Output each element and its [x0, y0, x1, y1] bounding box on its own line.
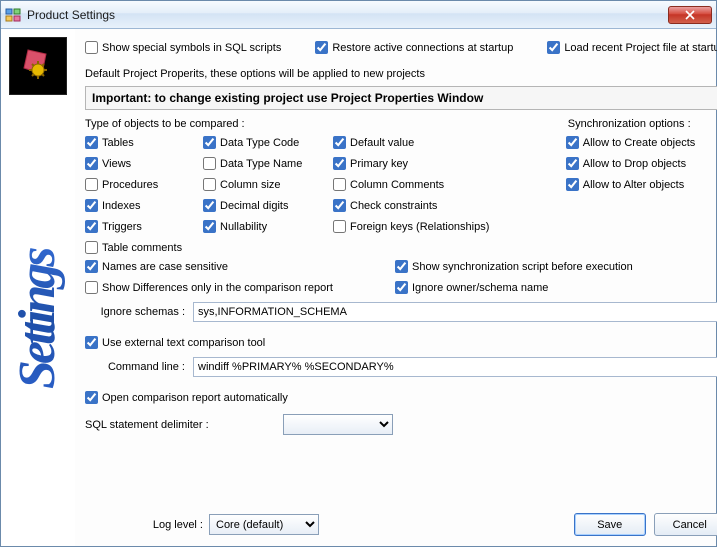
- chk-show-sync-script[interactable]: Show synchronization script before execu…: [395, 260, 717, 273]
- save-button[interactable]: Save: [574, 513, 646, 536]
- chk-show-special[interactable]: Show special symbols in SQL scripts: [85, 41, 281, 54]
- chk-restore-connections[interactable]: Restore active connections at startup: [315, 41, 513, 54]
- command-line-input[interactable]: [193, 357, 717, 377]
- product-icon: [9, 37, 67, 95]
- chk-dt-name[interactable]: Data Type Name: [203, 157, 333, 170]
- chk-column-comments[interactable]: Column Comments: [333, 178, 503, 191]
- sql-delimiter-label: SQL statement delimiter :: [85, 419, 283, 431]
- default-caption: Default Project Properits, these options…: [85, 68, 717, 80]
- ignore-schemas-label: Ignore schemas :: [85, 306, 185, 318]
- chk-decimal-digits[interactable]: Decimal digits: [203, 199, 333, 212]
- chk-check-constraints[interactable]: Check constraints: [333, 199, 503, 212]
- command-line-label: Command line :: [85, 361, 185, 373]
- app-icon: [5, 7, 21, 23]
- chk-foreign-keys[interactable]: Foreign keys (Relationships): [333, 220, 503, 233]
- chk-table-comments[interactable]: Table comments: [85, 241, 203, 254]
- chk-procedures[interactable]: Procedures: [85, 178, 203, 191]
- chk-dt-code[interactable]: Data Type Code: [203, 136, 333, 149]
- close-icon: [685, 10, 695, 20]
- sql-delimiter-select[interactable]: [283, 414, 393, 435]
- chk-allow-drop[interactable]: Allow to Drop objects: [566, 157, 717, 170]
- chk-allow-alter[interactable]: Allow to Alter objects: [566, 178, 717, 191]
- chk-nullability[interactable]: Nullability: [203, 220, 333, 233]
- chk-load-recent[interactable]: Load recent Project file at startup: [547, 41, 717, 54]
- compare-header: Type of objects to be compared :: [85, 118, 568, 130]
- chk-diff-only[interactable]: Show Differences only in the comparison …: [85, 281, 395, 294]
- log-level-label: Log level :: [85, 519, 203, 531]
- chk-ignore-owner[interactable]: Ignore owner/schema name: [395, 281, 717, 294]
- important-notice: Important: to change existing project us…: [85, 86, 717, 110]
- titlebar: Product Settings: [1, 1, 716, 29]
- sidebar-label: Settings: [7, 101, 69, 538]
- chk-triggers[interactable]: Triggers: [85, 220, 203, 233]
- content-area: Show special symbols in SQL scripts Rest…: [75, 29, 717, 546]
- chk-default-value[interactable]: Default value: [333, 136, 503, 149]
- chk-primary-key[interactable]: Primary key: [333, 157, 503, 170]
- dialog-body: Settings Show special symbols in SQL scr…: [1, 29, 716, 546]
- window-title: Product Settings: [27, 8, 668, 22]
- chk-case-sensitive[interactable]: Names are case sensitive: [85, 260, 395, 273]
- chk-use-external-tool[interactable]: Use external text comparison tool: [85, 336, 717, 349]
- log-level-select[interactable]: Core (default): [209, 514, 319, 535]
- cancel-button[interactable]: Cancel: [654, 513, 717, 536]
- sidebar: Settings: [1, 29, 75, 546]
- chk-views[interactable]: Views: [85, 157, 203, 170]
- chk-tables[interactable]: Tables: [85, 136, 203, 149]
- chk-open-report[interactable]: Open comparison report automatically: [85, 391, 717, 404]
- chk-allow-create[interactable]: Allow to Create objects: [566, 136, 717, 149]
- window: Product Settings: [0, 0, 717, 547]
- ignore-schemas-input[interactable]: [193, 302, 717, 322]
- chk-indexes[interactable]: Indexes: [85, 199, 203, 212]
- sync-header: Synchronization options :: [568, 118, 717, 130]
- close-button[interactable]: [668, 6, 712, 24]
- chk-column-size[interactable]: Column size: [203, 178, 333, 191]
